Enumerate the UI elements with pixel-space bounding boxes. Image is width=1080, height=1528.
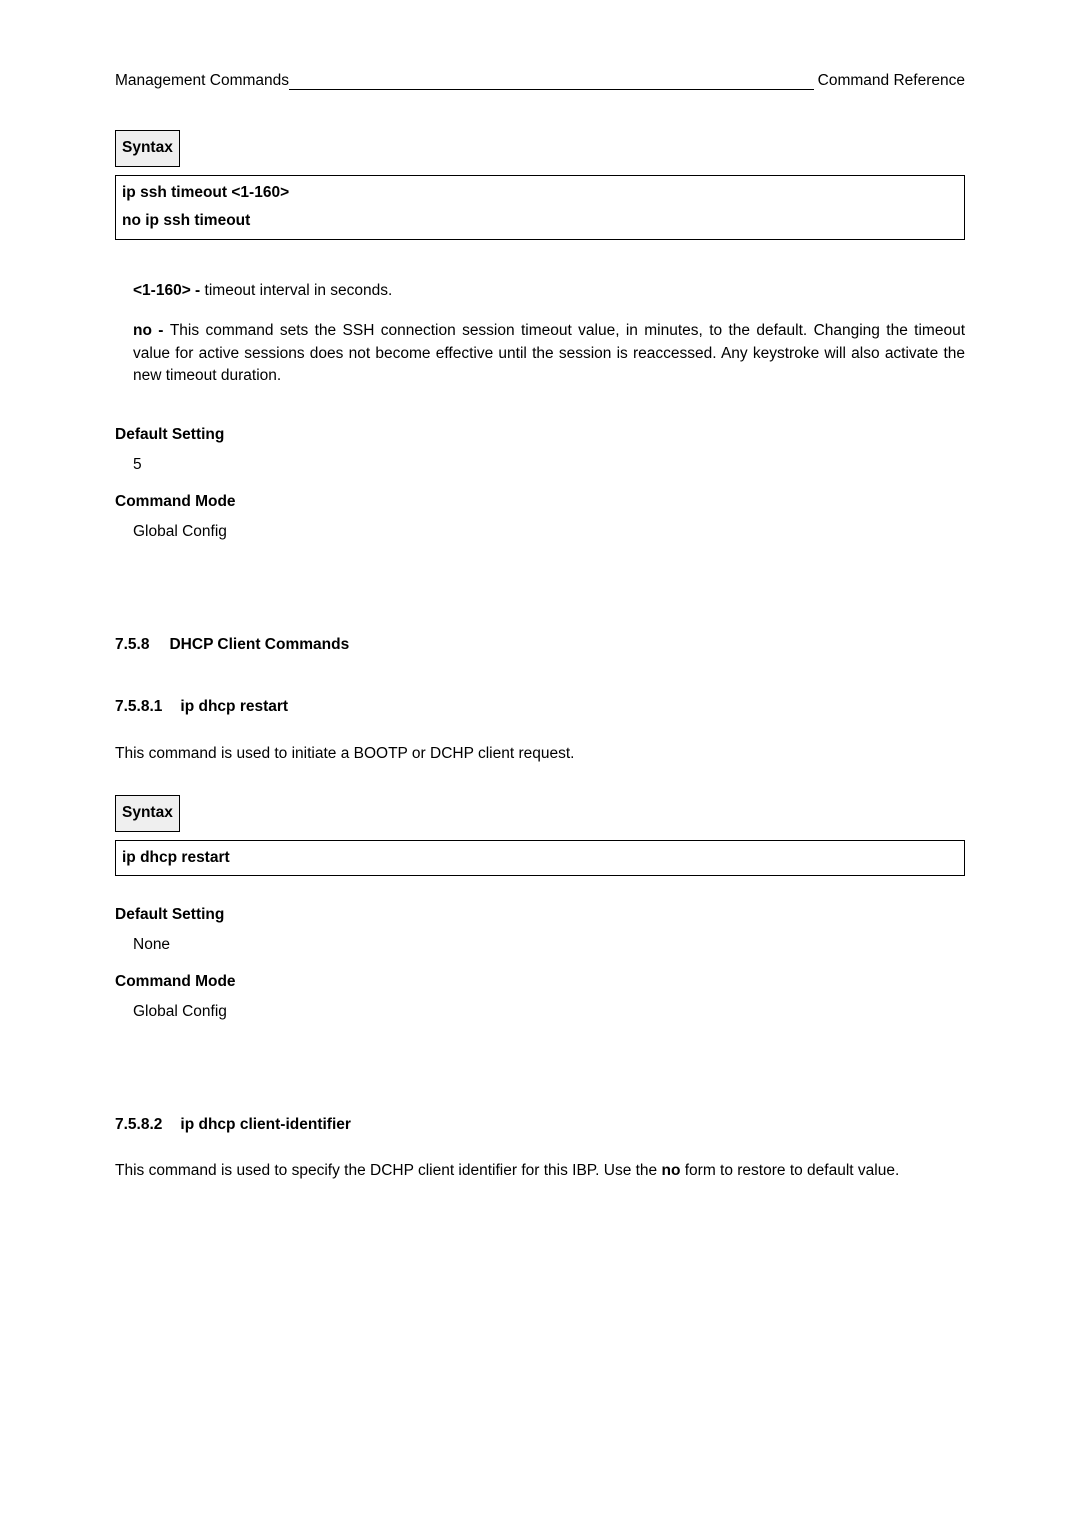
- heading-7581-num: 7.5.8.1: [115, 696, 162, 718]
- body-7582-bold: no: [661, 1162, 680, 1179]
- param-2-label: no -: [133, 322, 170, 339]
- page-header: Management Commands Command Reference: [115, 70, 965, 92]
- heading-758: 7.5.8 DHCP Client Commands: [115, 634, 965, 656]
- body-7581: This command is used to initiate a BOOTP…: [115, 743, 965, 765]
- syntax-tab-2: Syntax: [115, 795, 180, 831]
- param-2: no - This command sets the SSH connectio…: [115, 320, 965, 387]
- heading-7581-title: ip dhcp restart: [180, 698, 288, 715]
- header-right-text: Command Reference: [818, 70, 965, 92]
- default-setting-value-1: 5: [115, 454, 965, 476]
- header-underline: [289, 89, 814, 90]
- default-setting-label-1: Default Setting: [115, 424, 965, 446]
- command-mode-label-1: Command Mode: [115, 491, 965, 513]
- heading-758-num: 7.5.8: [115, 634, 149, 656]
- default-setting-value-2: None: [115, 934, 965, 956]
- command-mode-value-1: Global Config: [115, 521, 965, 543]
- param-1: <1-160> - timeout interval in seconds.: [115, 280, 965, 302]
- heading-7582-title: ip dhcp client-identifier: [180, 1116, 351, 1133]
- code-line-2: no ip ssh timeout: [122, 210, 958, 232]
- command-mode-value-2: Global Config: [115, 1001, 965, 1023]
- code-line-2-1: ip dhcp restart: [122, 847, 958, 869]
- heading-7582-num: 7.5.8.2: [115, 1114, 162, 1136]
- heading-758-title: DHCP Client Commands: [169, 636, 349, 653]
- command-mode-label-2: Command Mode: [115, 971, 965, 993]
- header-left-wrap: Management Commands: [115, 70, 814, 92]
- param-2-text: This command sets the SSH connection ses…: [133, 322, 965, 384]
- syntax-codebox-2: ip dhcp restart: [115, 840, 965, 876]
- param-1-text: timeout interval in seconds.: [205, 282, 393, 299]
- body-7582-pre: This command is used to specify the DCHP…: [115, 1162, 661, 1179]
- body-7582: This command is used to specify the DCHP…: [115, 1160, 965, 1182]
- body-7582-post: form to restore to default value.: [680, 1162, 899, 1179]
- default-setting-label-2: Default Setting: [115, 904, 965, 926]
- heading-7581: 7.5.8.1 ip dhcp restart: [115, 696, 965, 718]
- heading-7582: 7.5.8.2 ip dhcp client-identifier: [115, 1114, 965, 1136]
- syntax-codebox-1: ip ssh timeout <1-160> no ip ssh timeout: [115, 175, 965, 240]
- code-line-1: ip ssh timeout <1-160>: [122, 182, 958, 204]
- syntax-tab-1: Syntax: [115, 130, 180, 166]
- param-1-label: <1-160> -: [133, 282, 205, 299]
- header-left-text: Management Commands: [115, 70, 289, 92]
